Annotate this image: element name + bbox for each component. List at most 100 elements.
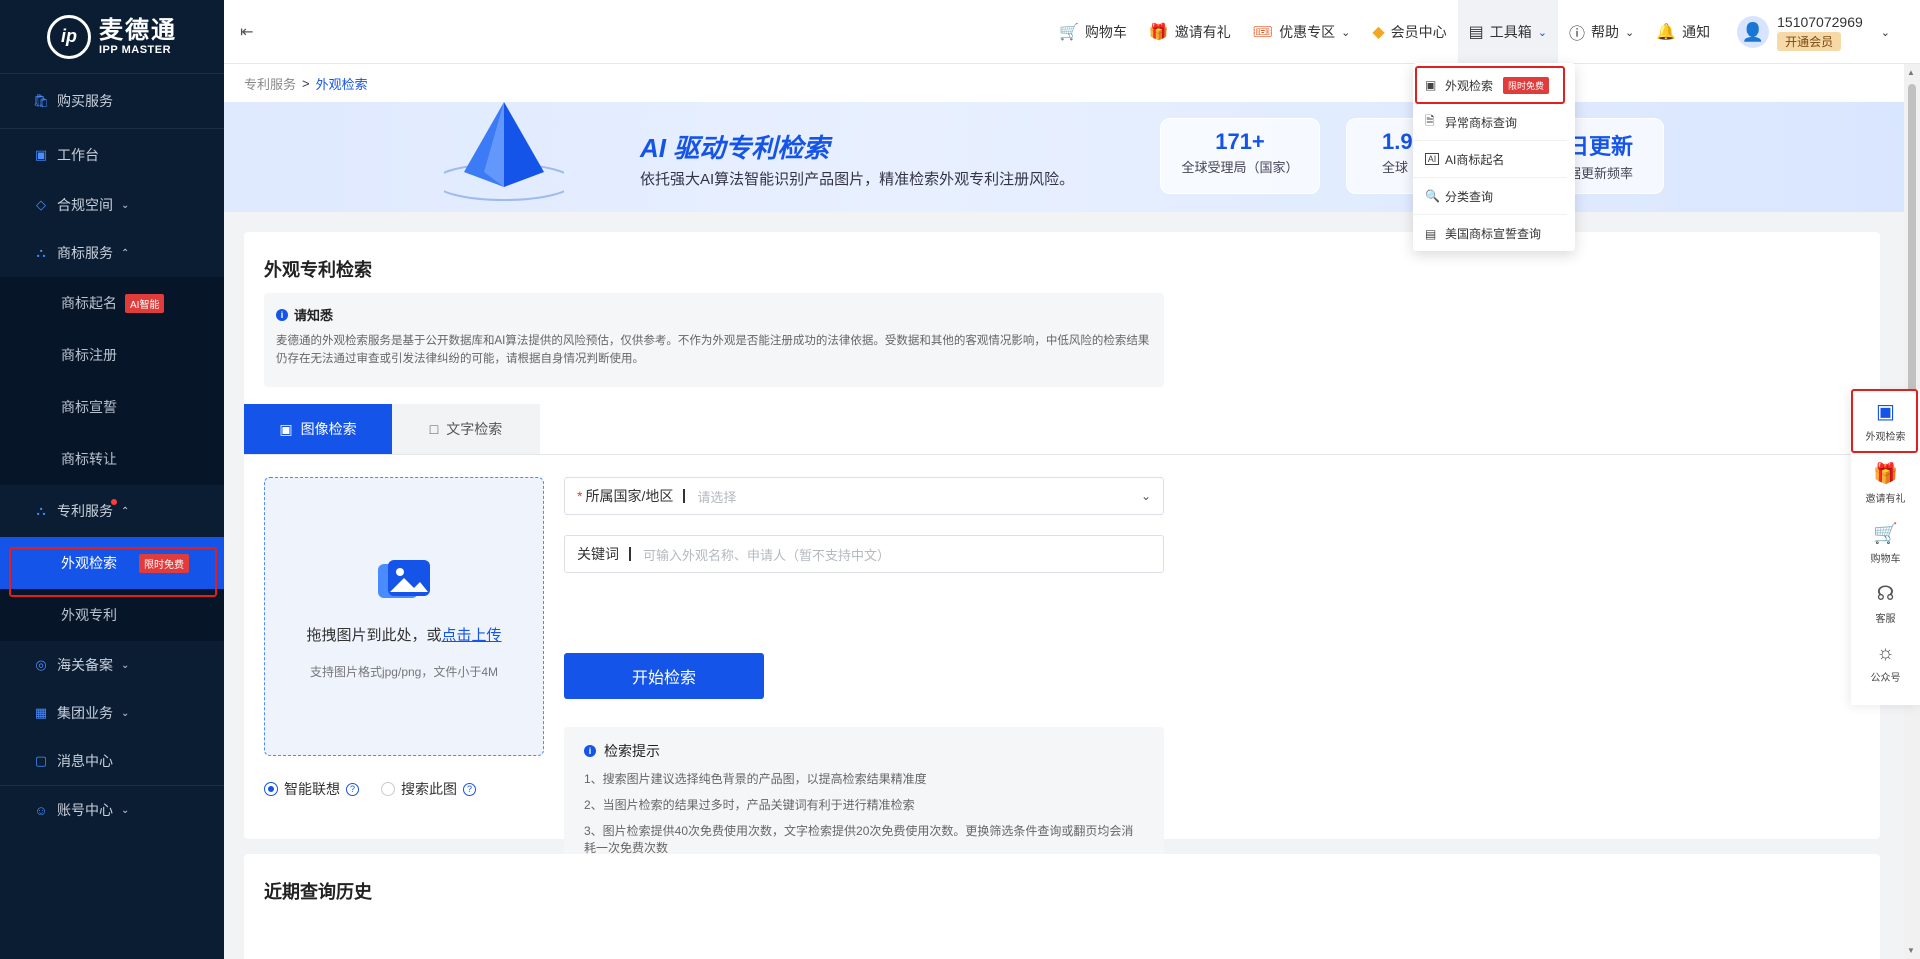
avatar: 👤 [1737,16,1770,48]
bag-icon: 🛍 [32,93,50,108]
search-mode-radios: 智能联想 ? 搜索此图 ? [264,779,476,799]
scroll-thumb[interactable] [1908,84,1916,414]
chevron-up-icon: ⌃ [121,247,130,259]
highlight-frame [1851,389,1918,453]
header-discount[interactable]: 🎟 优惠专区 ⌄ [1242,0,1362,64]
keyword-input[interactable]: 关键词 可输入外观名称、申请人（暂不支持中文） [564,535,1164,573]
monitor-icon: ▣ [34,147,48,162]
upload-hint: 支持图片格式jpg/png，文件小于4M [309,665,499,679]
sidebar-item-group[interactable]: ▦ 集团业务 ⌄ [0,689,224,737]
tab-image-search[interactable]: ▣ 图像检索 [244,404,392,454]
menu-item-abnormal-trademark[interactable]: 🗎 异常商标查询 [1413,104,1567,141]
brand-name-en: IPP MASTER [99,43,172,56]
float-service[interactable]: ☊ 客服 [1851,573,1920,633]
sidebar-item-account[interactable]: ☺ 账号中心 ⌄ [0,786,224,834]
breadcrumb-parent[interactable]: 专利服务 [244,74,296,93]
banner-title: AI 驱动专利检索 [640,133,830,163]
toolbox-icon: ▤ [1468,24,1484,41]
search-tips: i 检索提示 1、搜索图片建议选择纯色背景的产品图，以提高检索结果精准度 2、当… [564,727,1164,869]
logo-mark: ip [47,14,91,59]
chevron-up-icon: ⌃ [121,505,130,517]
ai-tag: AI智能 [125,293,165,313]
notice-box: i 请知悉 麦德通的外观检索服务是基于公开数据库和AI算法提供的风险预估，仅供参… [264,293,1164,387]
chevron-down-icon: ⌄ [121,804,130,816]
notification-dot [111,499,117,505]
menu-item-us-oath-query[interactable]: ▤ 美国商标宣誓查询 [1413,215,1567,252]
sidebar-item-patent[interactable]: ⛬ 专利服务 ⌃ [0,485,224,537]
scroll-down-icon[interactable]: ▼ [1907,946,1915,955]
card-icon: ▤ [1425,226,1437,241]
user-menu[interactable]: 👤 15107072969 开通会员 ⌄ [1721,14,1920,51]
chevron-down-icon: ⌄ [1537,26,1547,39]
tab-text-search[interactable]: □ 文字检索 [392,404,540,454]
sidebar-sub-design-search[interactable]: 外观检索 限时免费 [0,537,224,589]
free-tag: 限时免费 [139,553,189,573]
start-search-button[interactable]: 开始检索 [564,653,764,699]
chevron-down-icon: ⌄ [1140,489,1151,503]
cart-icon: 🛒 [1058,24,1079,41]
image-icon [376,556,432,604]
float-invite[interactable]: 🎁 邀请有礼 [1851,453,1920,513]
main-content: 专利服务 > 外观检索 AI 驱动专利检索 依托强大AI算法智能识别产品图片，精… [224,64,1920,959]
collapse-menu-icon[interactable]: ⇤ [240,22,258,41]
sidebar-item-workbench[interactable]: ▣ 工作台 [0,129,224,181]
chevron-down-icon: ⌄ [1341,26,1351,39]
search-panel: 外观专利检索 i 请知悉 麦德通的外观检索服务是基于公开数据库和AI算法提供的风… [244,232,1880,869]
history-title: 近期查询历史 [264,882,372,902]
sidebar-sub-trademark-naming[interactable]: 商标起名 AI智能 [0,277,224,329]
search-tabs: ▣ 图像检索 □ 文字检索 [244,404,540,454]
sidebar-sub-trademark-oath[interactable]: 商标宣誓 [0,381,224,433]
float-cart[interactable]: 🛒 购物车 [1851,513,1920,573]
image-upload-dropzone[interactable]: 拖拽图片到此处，或点击上传 支持图片格式jpg/png，文件小于4M [264,477,544,756]
header-member[interactable]: ◆ 会员中心 [1361,0,1457,64]
history-panel: 近期查询历史 [244,854,1880,959]
panel-title: 外观专利检索 [264,260,372,280]
header-cart[interactable]: 🛒 购物车 [1048,0,1138,64]
country-select[interactable]: * 所属国家/地区 请选择 ⌄ [564,477,1164,515]
sidebar-item-trademark[interactable]: ⛬ 商标服务 ⌃ [0,229,224,277]
user-phone: 15107072969 [1777,13,1863,30]
upload-link[interactable]: 点击上传 [442,627,502,644]
ai-icon: AI [1425,153,1439,165]
gift-icon: 🎁 [1148,24,1169,41]
stat-card: 171+ 全球受理局（国家） [1160,118,1320,194]
search-icon: 🔍 [1425,189,1440,203]
sidebar-item-customs[interactable]: ◎ 海关备案 ⌄ [0,641,224,689]
wechat-icon: ☼ [1876,642,1895,664]
headset-icon: ☊ [1876,583,1895,605]
diamond-icon: ◆ [1372,24,1385,41]
brand-logo[interactable]: ip 麦德通 IPP MASTER [0,0,224,73]
user-icon: ☺ [34,802,48,818]
header-invite[interactable]: 🎁 邀请有礼 [1138,0,1242,64]
sidebar-sub-trademark-transfer[interactable]: 商标转让 [0,433,224,485]
question-icon[interactable]: ? [463,782,476,796]
breadcrumb: 专利服务 > 外观检索 [224,64,1920,102]
float-wechat[interactable]: ☼ 公众号 [1851,633,1920,693]
vip-badge[interactable]: 开通会员 [1777,31,1842,51]
header-toolbox[interactable]: ▤ 工具箱 ⌄ [1457,0,1558,64]
question-icon[interactable]: ? [346,782,359,796]
sidebar-item-buy[interactable]: 🛍 购买服务 [0,74,224,128]
sidebar: ip 麦德通 IPP MASTER 🛍 购买服务 ▣ 工作台 ◇ 合规空间 ⌄ … [0,0,224,959]
sidebar-item-messages[interactable]: ▢ 消息中心 [0,737,224,785]
document-icon: 🗎 [1425,113,1435,128]
sidebar-sub-trademark-register[interactable]: 商标注册 [0,329,224,381]
radio-smart[interactable]: 智能联想 ? [264,779,359,799]
radio-search-this[interactable]: 搜索此图 ? [381,779,476,799]
breadcrumb-current: 外观检索 [315,76,368,92]
gift-icon: 🎁 [1873,463,1898,485]
header-help[interactable]: ⓘ 帮助 ⌄ [1558,0,1645,64]
highlight-frame [1415,66,1565,104]
info-icon: i [276,308,288,321]
scroll-up-icon[interactable]: ▲ [1907,68,1915,77]
notice-text: 麦德通的外观检索服务是基于公开数据库和AI算法提供的风险预估，仅供参考。不作为外… [276,335,1150,365]
chevron-down-icon: ⌄ [121,707,130,719]
chevron-down-icon: ⌄ [121,659,130,671]
sidebar-item-compliance[interactable]: ◇ 合规空间 ⌄ [0,181,224,229]
header-notify[interactable]: 🔔 通知 [1645,0,1721,64]
menu-item-class-query[interactable]: 🔍 分类查询 [1413,178,1567,215]
chevron-down-icon: ⌄ [1624,26,1635,39]
menu-item-ai-naming[interactable]: AI AI商标起名 [1413,141,1567,178]
sidebar-sub-design-patent[interactable]: 外观专利 [0,589,224,641]
help-icon: ⓘ [1568,26,1585,43]
